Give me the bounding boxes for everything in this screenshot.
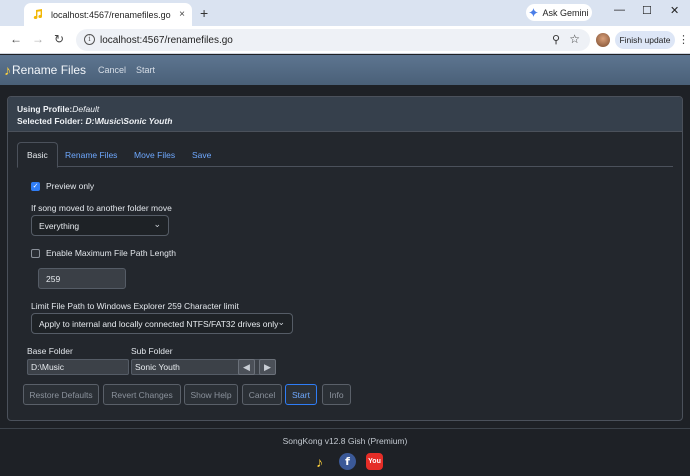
start-button[interactable]: Start bbox=[285, 384, 317, 405]
menu-kebab-icon[interactable]: ⋮ bbox=[678, 33, 689, 46]
profile-label: Using Profile: bbox=[17, 104, 73, 114]
tab-save[interactable]: Save bbox=[183, 142, 220, 167]
facebook-icon[interactable]: f bbox=[339, 453, 356, 470]
reload-icon[interactable]: ↻ bbox=[54, 32, 64, 46]
folder-line: Selected Folder: D:\Music\Sonic Youth bbox=[17, 115, 673, 127]
panel-tabs: Basic Rename Files Move Files Save bbox=[17, 142, 673, 168]
restore-defaults-button[interactable]: Restore Defaults bbox=[23, 384, 99, 405]
show-help-button[interactable]: Show Help bbox=[184, 384, 238, 405]
sub-folder-label: Sub Folder bbox=[131, 346, 173, 356]
folder-value: D:\Music\Sonic Youth bbox=[85, 116, 173, 126]
songkong-logo-icon: ♪ bbox=[4, 62, 11, 78]
browser-toolbar: ← → ↻ i localhost:4567/renamefiles.go ⚲ … bbox=[0, 26, 690, 54]
forward-arrow-icon[interactable]: → bbox=[32, 32, 44, 46]
songkong-note-icon[interactable]: ♪ bbox=[311, 453, 328, 470]
chevron-down-icon: ⌄ bbox=[277, 317, 285, 327]
bookmark-star-icon[interactable]: ☆ bbox=[569, 32, 580, 46]
limit-label: Limit File Path to Windows Explorer 259 … bbox=[31, 301, 239, 311]
chevron-down-icon: ⌄ bbox=[153, 219, 161, 229]
site-info-icon[interactable]: i bbox=[84, 34, 95, 45]
browser-tab[interactable]: localhost:4567/renamefiles.go × bbox=[24, 3, 192, 26]
max-path-label: Enable Maximum File Path Length bbox=[46, 248, 176, 258]
back-arrow-icon[interactable]: ← bbox=[10, 32, 22, 46]
zoom-search-icon[interactable]: ⚲ bbox=[552, 33, 560, 46]
app-title: Rename Files bbox=[12, 63, 87, 77]
move-right-arrow-icon[interactable]: ▶ bbox=[259, 359, 276, 375]
tab-rename-files[interactable]: Rename Files bbox=[56, 142, 126, 167]
base-folder-label: Base Folder bbox=[27, 346, 73, 356]
info-button[interactable]: Info bbox=[322, 384, 351, 405]
moved-select-value: Everything bbox=[39, 220, 80, 231]
ask-gemini-button[interactable]: Ask Gemini bbox=[526, 4, 592, 21]
revert-changes-button[interactable]: Revert Changes bbox=[103, 384, 181, 405]
moved-label: If song moved to another folder move bbox=[31, 203, 172, 213]
youtube-icon[interactable]: You bbox=[366, 453, 383, 470]
preview-only-checkbox[interactable]: ✓ bbox=[31, 181, 40, 191]
base-folder-input[interactable]: D:\Music bbox=[27, 359, 129, 375]
max-path-input[interactable]: 259 bbox=[38, 268, 126, 289]
footer-divider bbox=[0, 428, 690, 429]
finish-update-button[interactable]: Finish update bbox=[615, 31, 675, 49]
folder-label: Selected Folder: bbox=[17, 116, 86, 126]
preview-only-row[interactable]: ✓ Preview only bbox=[31, 181, 94, 191]
profile-line: Using Profile:Default bbox=[17, 103, 673, 115]
ask-gemini-label: Ask Gemini bbox=[542, 7, 589, 18]
preview-only-label: Preview only bbox=[46, 181, 95, 191]
panel-header: Using Profile:Default Selected Folder: D… bbox=[8, 97, 682, 132]
max-path-checkbox[interactable] bbox=[31, 248, 40, 258]
limit-select[interactable]: Apply to internal and locally connected … bbox=[31, 313, 293, 334]
rename-panel: Using Profile:Default Selected Folder: D… bbox=[7, 96, 683, 421]
move-left-arrow-icon[interactable]: ◀ bbox=[238, 359, 255, 375]
nav-cancel-link[interactable]: Cancel bbox=[98, 65, 126, 75]
gemini-sparkle-icon bbox=[529, 8, 539, 17]
nav-start-link[interactable]: Start bbox=[136, 65, 155, 75]
music-note-icon bbox=[31, 9, 43, 21]
app-brand[interactable]: ♪ Rename Files bbox=[4, 62, 86, 78]
tab-basic[interactable]: Basic bbox=[17, 142, 58, 168]
tab-title: localhost:4567/renamefiles.go bbox=[51, 9, 171, 20]
cancel-button[interactable]: Cancel bbox=[242, 384, 282, 405]
profile-avatar[interactable] bbox=[596, 33, 610, 47]
window-close-icon[interactable]: ✕ bbox=[670, 4, 679, 17]
maximize-icon[interactable]: ☐ bbox=[642, 4, 652, 17]
new-tab-button[interactable]: + bbox=[200, 5, 208, 21]
profile-value: Default bbox=[72, 104, 100, 114]
moved-select[interactable]: Everything ⌄ bbox=[31, 215, 169, 236]
tab-move-files[interactable]: Move Files bbox=[125, 142, 184, 167]
app-header: ♪ Rename Files Cancel Start bbox=[0, 55, 690, 85]
address-url: localhost:4567/renamefiles.go bbox=[100, 34, 233, 46]
browser-tabstrip: localhost:4567/renamefiles.go × + Ask Ge… bbox=[0, 0, 690, 26]
minimize-icon[interactable]: — bbox=[614, 4, 625, 16]
footer-version: SongKong v12.8 Gish (Premium) bbox=[282, 436, 408, 446]
address-bar[interactable]: i localhost:4567/renamefiles.go ⚲ ☆ bbox=[76, 29, 590, 51]
limit-select-value: Apply to internal and locally connected … bbox=[39, 318, 279, 329]
tab-close-icon[interactable]: × bbox=[179, 9, 185, 20]
max-path-row[interactable]: Enable Maximum File Path Length bbox=[31, 248, 176, 258]
